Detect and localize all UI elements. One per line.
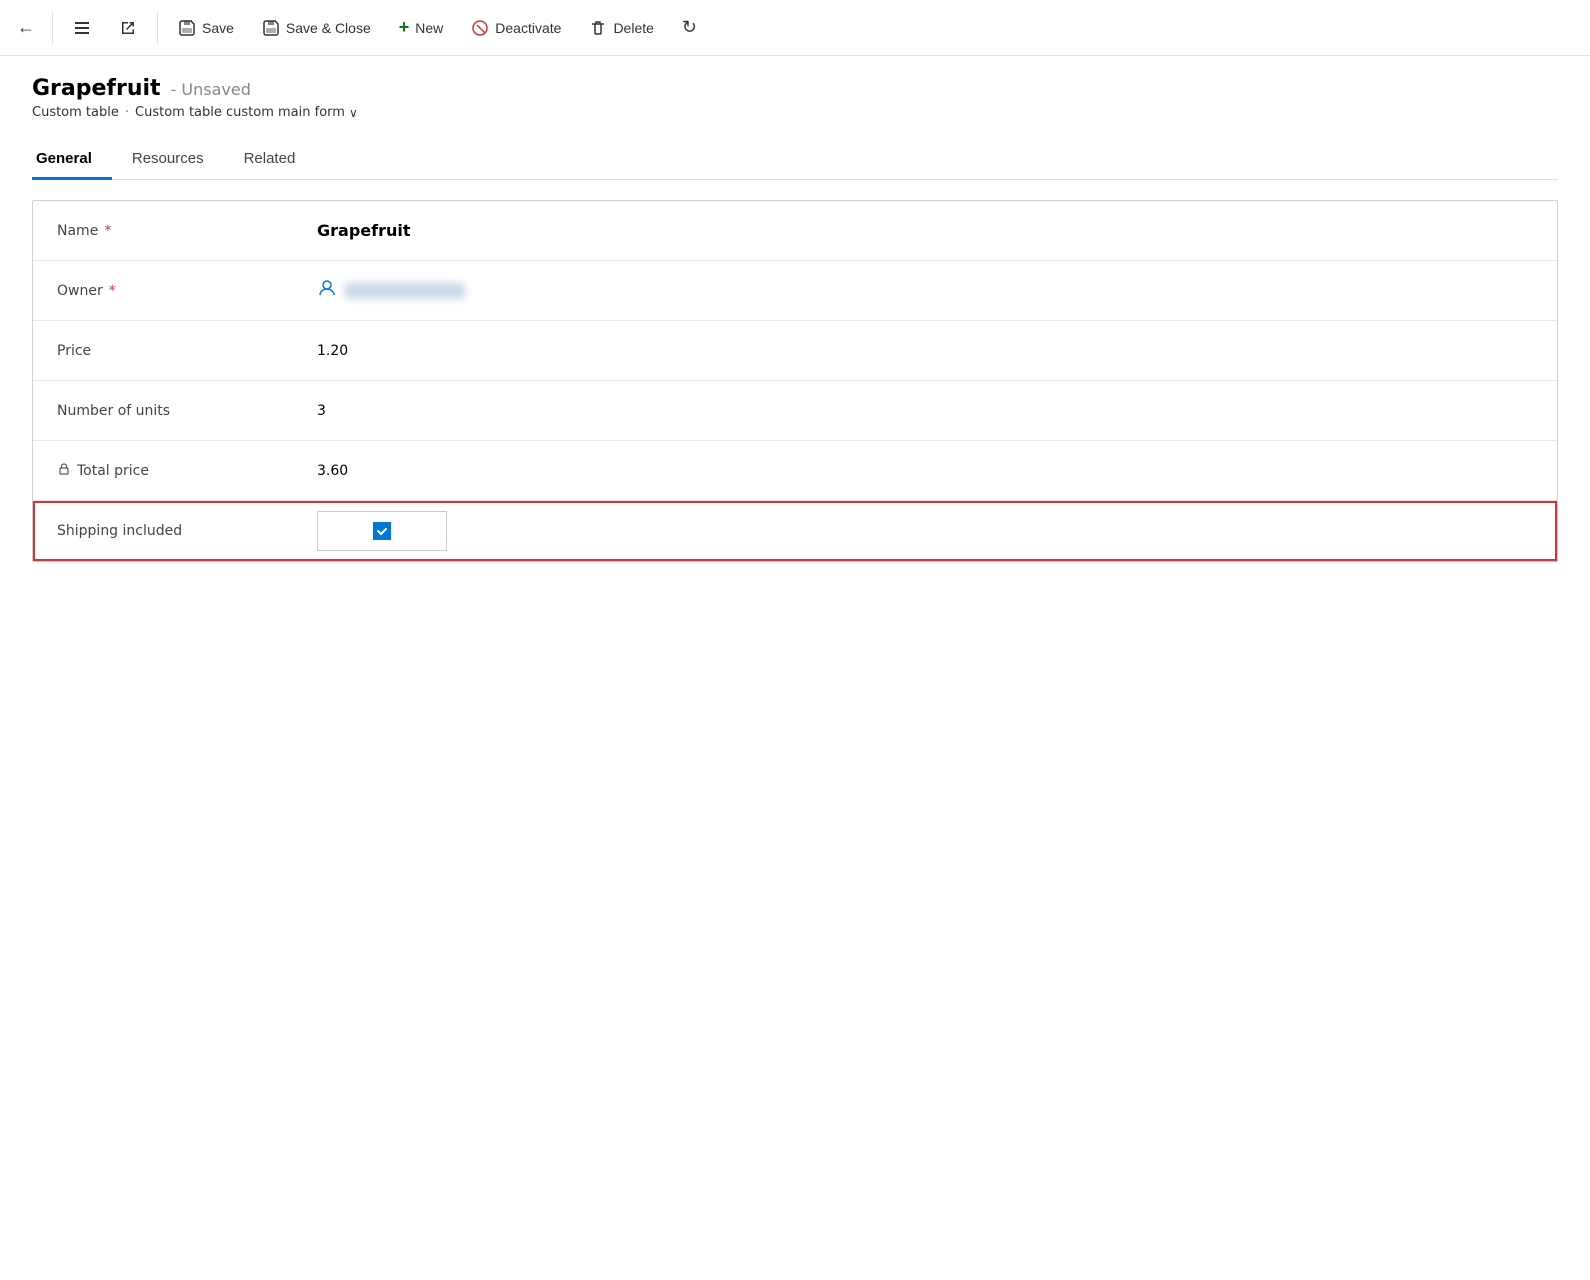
record-name: Grapefruit xyxy=(32,76,161,101)
divider-1 xyxy=(52,12,53,44)
save-label: Save xyxy=(202,20,234,36)
deactivate-label: Deactivate xyxy=(495,20,561,36)
field-label-number-of-units: Number of units xyxy=(57,403,317,419)
new-button[interactable]: + New xyxy=(387,11,456,44)
save-icon xyxy=(178,19,196,37)
breadcrumb-form-name: Custom table custom main form xyxy=(135,105,345,120)
refresh-button[interactable]: ↻ xyxy=(670,11,709,44)
field-row-owner: Owner * xyxy=(33,261,1557,321)
page-content: Grapefruit - Unsaved Custom table · Cust… xyxy=(0,56,1590,582)
tab-related[interactable]: Related xyxy=(224,140,316,180)
field-value-number-of-units[interactable]: 3 xyxy=(317,403,1533,419)
list-icon xyxy=(73,19,91,37)
save-close-button[interactable]: Save & Close xyxy=(250,13,383,43)
record-header: Grapefruit - Unsaved Custom table · Cust… xyxy=(32,76,1558,120)
open-in-new-icon xyxy=(119,19,137,37)
toolbar: ← Save Save & Close + New xyxy=(0,0,1590,56)
list-view-button[interactable] xyxy=(61,13,103,43)
new-label: New xyxy=(415,20,443,36)
delete-icon xyxy=(589,19,607,37)
breadcrumb-table: Custom table xyxy=(32,105,119,120)
back-button[interactable]: ← xyxy=(8,10,44,46)
save-close-label: Save & Close xyxy=(286,20,371,36)
open-record-button[interactable] xyxy=(107,13,149,43)
field-label-price: Price xyxy=(57,343,317,359)
field-label-total-price: Total price xyxy=(57,462,317,480)
required-star-name: * xyxy=(104,223,111,239)
deactivate-icon xyxy=(471,19,489,37)
lock-icon xyxy=(57,462,71,480)
save-close-icon xyxy=(262,19,280,37)
record-title: Grapefruit - Unsaved xyxy=(32,76,1558,101)
field-value-price[interactable]: 1.20 xyxy=(317,343,1533,359)
field-label-name: Name * xyxy=(57,223,317,239)
field-row-name: Name * Grapefruit xyxy=(33,201,1557,261)
field-row-shipping-included: Shipping included xyxy=(33,501,1557,561)
tab-resources[interactable]: Resources xyxy=(112,140,224,180)
field-value-shipping-included[interactable] xyxy=(317,511,1533,551)
field-label-owner: Owner * xyxy=(57,283,317,299)
breadcrumb-form-selector[interactable]: Custom table custom main form ∨ xyxy=(135,105,358,120)
field-row-price: Price 1.20 xyxy=(33,321,1557,381)
breadcrumb-separator: · xyxy=(125,105,129,120)
checkbox-shipping-included[interactable] xyxy=(317,511,447,551)
field-value-total-price: 3.60 xyxy=(317,463,1533,479)
chevron-down-icon: ∨ xyxy=(349,106,358,120)
field-row-total-price: Total price 3.60 xyxy=(33,441,1557,501)
field-row-number-of-units: Number of units 3 xyxy=(33,381,1557,441)
record-status: - Unsaved xyxy=(171,80,251,99)
delete-label: Delete xyxy=(613,20,653,36)
breadcrumb: Custom table · Custom table custom main … xyxy=(32,105,1558,120)
field-value-name: Grapefruit xyxy=(317,221,1533,240)
save-button[interactable]: Save xyxy=(166,13,246,43)
plus-icon: + xyxy=(399,17,410,38)
refresh-icon: ↻ xyxy=(682,17,697,38)
checkbox-checked-icon xyxy=(373,522,391,540)
deactivate-button[interactable]: Deactivate xyxy=(459,13,573,43)
form-section-general: Name * Grapefruit Owner * xyxy=(32,200,1558,562)
owner-name-blurred xyxy=(345,283,465,299)
divider-2 xyxy=(157,12,158,44)
tab-general[interactable]: General xyxy=(32,140,112,180)
field-label-shipping-included: Shipping included xyxy=(57,523,317,539)
delete-button[interactable]: Delete xyxy=(577,13,665,43)
required-star-owner: * xyxy=(109,283,116,299)
field-value-owner[interactable] xyxy=(317,278,1533,303)
tabs-bar: General Resources Related xyxy=(32,140,1558,180)
person-icon xyxy=(317,278,337,303)
back-icon: ← xyxy=(17,17,35,38)
